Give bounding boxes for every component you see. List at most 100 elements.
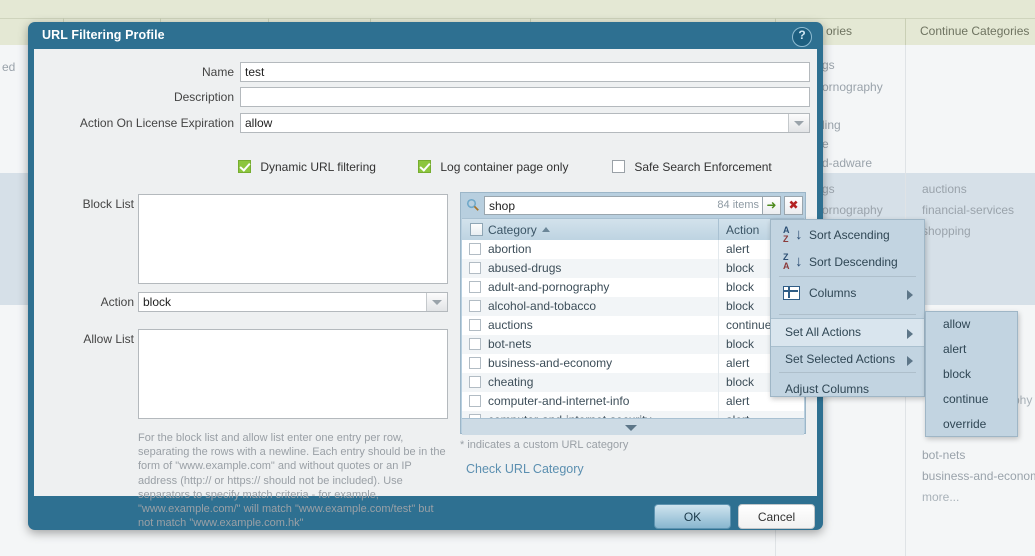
dynamic-url-filtering-checkbox[interactable]: Dynamic URL filtering [238,160,376,176]
menu-item-sort-ascending[interactable]: A Z ↓ Sort Ascending [771,222,924,249]
url-filtering-profile-dialog: URL Filtering Profile ? Name Description… [28,22,823,530]
cell-divider [718,411,719,418]
cell-divider [718,354,719,373]
menu-item-columns[interactable]: Columns [771,280,924,307]
license-expiration-value: allow [245,116,273,130]
column-header-action[interactable]: Action [726,219,759,241]
cell-action[interactable]: block [726,278,754,297]
action-label: Action [100,295,134,309]
row-checkbox[interactable] [469,262,481,274]
table-row[interactable]: abused-drugs block [462,259,804,278]
cell-action[interactable]: block [726,373,754,392]
category-search-bar: 84 items ➜ ✖ [461,193,805,218]
background-cell-text: d-adware [822,156,873,170]
allow-list-label: Allow List [83,332,134,346]
item-count-label: 84 items [717,199,759,211]
chevron-right-icon [907,356,913,366]
menu-item-label: Set Selected Actions [785,352,896,366]
background-cell-text: ornography [822,80,883,94]
cell-action[interactable]: alert [726,354,749,373]
dynamic-url-filtering-label: Dynamic URL filtering [260,160,376,174]
cell-action[interactable]: block [726,297,754,316]
menu-item-set-selected-actions[interactable]: Set Selected Actions [771,346,924,373]
scroll-down-button[interactable] [462,418,804,435]
cell-divider [718,316,719,335]
submenu-item-block[interactable]: block [926,362,1017,387]
row-checkbox[interactable] [469,357,481,369]
table-row[interactable]: bot-nets block [462,335,804,354]
menu-item-sort-descending[interactable]: Z A ↓ Sort Descending [771,249,924,276]
background-cell-text: bot-nets [922,448,966,462]
background-cell-text: ling [822,118,841,132]
chevron-right-icon [907,290,913,300]
checkbox-box [418,160,431,173]
column-header-category[interactable]: Category [488,219,550,241]
cell-category: alcohol-and-tobacco [488,299,597,313]
check-url-category-link[interactable]: Check URL Category [466,462,584,476]
action-select[interactable]: block [138,292,448,312]
table-row[interactable]: adult-and-pornography block [462,278,804,297]
description-input[interactable] [240,87,810,107]
category-panel: 84 items ➜ ✖ Category Action abortion ale… [460,192,806,435]
safe-search-enforcement-checkbox[interactable]: Safe Search Enforcement [612,160,772,176]
row-checkbox[interactable] [469,376,481,388]
background-cell-text: ornography [822,203,883,217]
set-all-actions-submenu: allow alert block continue override [925,311,1018,437]
cell-divider [718,240,719,259]
block-list-label: Block List [82,197,134,211]
cell-action[interactable]: alert [726,411,749,418]
table-row[interactable]: cheating block [462,373,804,392]
background-cell-text: ed [2,60,16,74]
table-row[interactable]: abortion alert [462,240,804,259]
help-circle-icon[interactable]: ? [792,27,812,47]
cell-action[interactable]: alert [726,392,749,411]
table-row[interactable]: alcohol-and-tobacco block [462,297,804,316]
block-list-textarea[interactable] [138,194,448,284]
sort-ascending-caret-icon [541,227,550,232]
row-checkbox[interactable] [469,338,481,350]
sort-descending-icon: Z A ↓ [783,252,803,271]
cancel-button[interactable]: Cancel [738,504,815,529]
menu-item-adjust-columns[interactable]: Adjust Columns [771,376,924,403]
menu-divider [779,372,916,373]
row-checkbox[interactable] [469,281,481,293]
cell-action[interactable]: block [726,335,754,354]
license-expiration-select[interactable]: allow [240,113,810,133]
cell-category: adult-and-pornography [488,280,610,294]
cell-divider [718,259,719,278]
category-table-header: Category Action [462,218,804,242]
name-input[interactable] [240,62,810,82]
submenu-item-continue[interactable]: continue [926,387,1017,412]
custom-category-note: * indicates a custom URL category [460,439,629,451]
submenu-item-allow[interactable]: allow [926,312,1017,337]
cell-divider [718,278,719,297]
chevron-down-icon[interactable] [788,114,809,132]
submenu-item-override[interactable]: override [926,412,1017,437]
table-row[interactable]: computer-and-internet-info alert [462,392,804,411]
ok-button[interactable]: OK [654,504,731,529]
row-checkbox[interactable] [469,319,481,331]
dialog-body: Name Description Action On License Expir… [34,49,817,529]
menu-item-set-all-actions[interactable]: Set All Actions [771,318,924,347]
row-checkbox[interactable] [469,243,481,255]
checkbox-box [238,160,251,173]
row-checkbox[interactable] [469,395,481,407]
menu-item-label: Columns [809,286,857,300]
cell-category: auctions [488,318,533,332]
table-row[interactable]: computer-and-internet-security alert [462,411,804,418]
arrow-right-icon[interactable]: ➜ [762,196,781,215]
dialog-footer: OK Cancel [28,496,823,530]
submenu-item-alert[interactable]: alert [926,337,1017,362]
cell-action[interactable]: block [726,259,754,278]
table-row[interactable]: auctions continue [462,316,804,335]
cell-action[interactable]: alert [726,240,749,259]
allow-list-textarea[interactable] [138,329,448,419]
select-all-checkbox[interactable] [470,223,483,236]
table-row[interactable]: business-and-economy alert [462,354,804,373]
chevron-down-icon[interactable] [426,293,447,311]
log-container-page-only-checkbox[interactable]: Log container page only [418,160,568,176]
cell-category: cheating [488,375,534,389]
cell-action[interactable]: continue [726,316,771,335]
clear-x-icon[interactable]: ✖ [784,196,803,215]
row-checkbox[interactable] [469,300,481,312]
